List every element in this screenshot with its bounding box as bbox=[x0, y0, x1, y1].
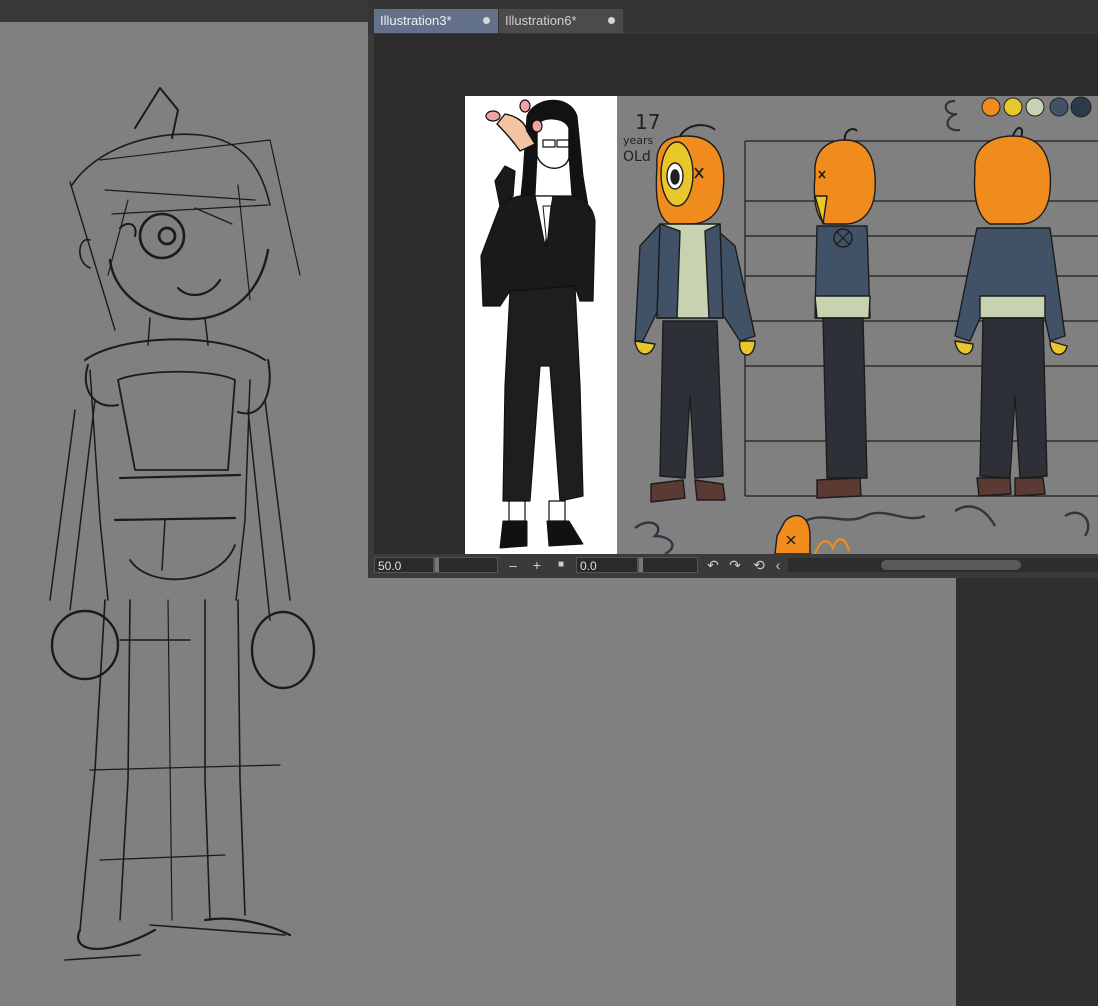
zoom-in-button[interactable]: + bbox=[528, 556, 546, 574]
age-years-text: years bbox=[623, 134, 654, 147]
reset-rotation-button[interactable]: ⟲ bbox=[750, 556, 768, 574]
age-old-text: OLd bbox=[623, 149, 651, 165]
fit-button[interactable]: ■ bbox=[552, 556, 570, 574]
tab-label: Illustration3* bbox=[380, 13, 452, 28]
scroll-left-button[interactable]: ‹ bbox=[772, 556, 784, 574]
close-dot-icon[interactable] bbox=[483, 17, 490, 24]
close-dot-icon[interactable] bbox=[608, 17, 615, 24]
side-panel bbox=[956, 578, 1098, 1006]
palette-swatch bbox=[1025, 97, 1045, 117]
tab-illustration6[interactable]: Illustration6* bbox=[499, 9, 623, 33]
age-number-text: 17 bbox=[635, 110, 660, 134]
horizontal-scrollbar[interactable] bbox=[788, 558, 1098, 572]
navigator-status-bar: 50.0 – + ■ 0.0 ↶ ↷ ⟲ ‹ bbox=[368, 554, 1098, 578]
zoom-out-button[interactable]: – bbox=[504, 556, 522, 574]
palette-swatch bbox=[1003, 97, 1023, 117]
tab-label: Illustration6* bbox=[505, 13, 577, 28]
palette-swatch bbox=[981, 97, 1001, 117]
palette-swatch bbox=[1049, 97, 1069, 117]
rotation-slider[interactable] bbox=[638, 557, 698, 573]
horizontal-scrollbar-thumb[interactable] bbox=[881, 560, 1021, 570]
palette-swatch bbox=[1070, 96, 1092, 118]
rotate-right-button[interactable]: ↷ bbox=[726, 556, 744, 574]
rotate-left-button[interactable]: ↶ bbox=[704, 556, 722, 574]
zoom-slider-thumb[interactable] bbox=[435, 558, 439, 572]
rotation-field[interactable]: 0.0 bbox=[576, 557, 638, 573]
zoom-slider[interactable] bbox=[434, 557, 498, 573]
tab-bar: Illustration3* Illustration6* bbox=[368, 0, 1098, 34]
zoom-field[interactable]: 50.0 bbox=[374, 557, 434, 573]
rough-sketch bbox=[49, 87, 316, 961]
tab-illustration3[interactable]: Illustration3* bbox=[374, 9, 498, 33]
canvas-viewport[interactable]: 17 years OLd bbox=[374, 34, 1098, 554]
document-window: Illustration3* Illustration6* 17 years O… bbox=[368, 0, 1098, 578]
rotation-slider-thumb[interactable] bbox=[639, 558, 643, 572]
character-reference-artwork: 17 years OLd bbox=[465, 96, 1098, 554]
